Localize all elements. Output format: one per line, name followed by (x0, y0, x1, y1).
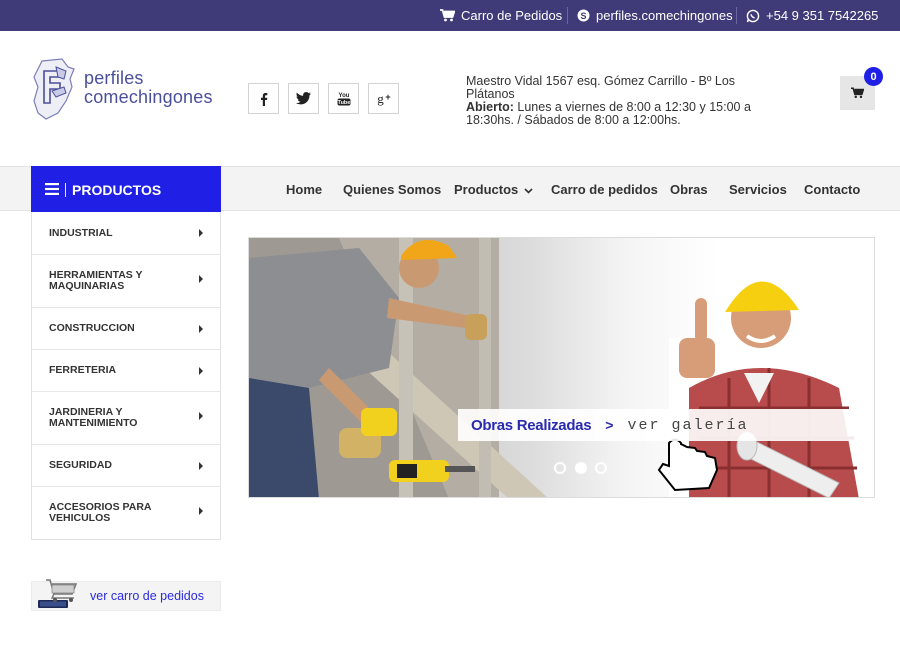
nav-home[interactable]: Home (286, 167, 322, 211)
caret-right-icon (199, 275, 203, 283)
topbar-cart-link[interactable]: Carro de Pedidos (440, 0, 562, 31)
nav-contacto[interactable]: Contacto (804, 167, 860, 211)
nav-productos-label: Productos (454, 181, 519, 197)
topbar-whatsapp-link[interactable]: +54 9 351 7542265 (746, 0, 878, 31)
category-herramientas[interactable]: HERRAMIENTAS Y MAQUINARIAS (32, 254, 220, 307)
caption-link[interactable]: ver galería (627, 417, 748, 434)
youtube-icon: YouTube (337, 93, 350, 106)
nav-productos[interactable]: Productos (454, 167, 533, 211)
nav-obras[interactable]: Obras (670, 167, 708, 211)
products-tab-label: PRODUCTOS (72, 181, 162, 198)
category-label: ACCESORIOS PARA VEHICULOS (49, 502, 169, 524)
products-menu-toggle[interactable]: PRODUCTOS (31, 166, 221, 213)
topbar-whatsapp-label: +54 9 351 7542265 (766, 8, 879, 23)
category-seguridad[interactable]: SEGURIDAD (32, 444, 220, 486)
shopping-cart-icon (440, 9, 455, 22)
category-accesorios-vehiculos[interactable]: ACCESORIOS PARA VEHICULOS (32, 486, 220, 539)
chevron-down-icon (524, 182, 533, 197)
hero-slider[interactable]: Obras Realizadas > ver galería (248, 237, 875, 498)
main-navbar: PRODUCTOS Home Quienes Somos Productos C… (0, 166, 900, 213)
caption-title: Obras Realizadas (471, 416, 592, 434)
category-label-line: MANTENIMIENTO (49, 417, 138, 429)
caret-right-icon (199, 366, 203, 375)
category-label: FERRETERIA (49, 365, 169, 376)
shopping-cart-icon (38, 579, 78, 608)
category-label: CONSTRUCCION (49, 323, 169, 334)
category-label-line: MAQUINARIAS (49, 280, 125, 292)
skype-icon: S (577, 9, 590, 22)
svg-text:You: You (338, 93, 349, 99)
nav-carro-de-pedidos[interactable]: Carro de pedidos (551, 167, 658, 211)
category-ferreteria[interactable]: FERRETERIA (32, 349, 220, 391)
hero-image (249, 238, 869, 497)
address-line: Maestro Vidal 1567 esq. Gómez Carrillo -… (466, 74, 736, 101)
site-logo[interactable]: perfiles comechingones (32, 57, 212, 123)
hamburger-icon (45, 182, 59, 198)
svg-text:g: g (377, 91, 384, 106)
category-label: JARDINERIA Y MANTENIMIENTO (49, 407, 169, 429)
view-cart-banner[interactable]: ver carro de pedidos (31, 579, 221, 611)
facebook-icon (260, 92, 267, 106)
nav-quienes-somos[interactable]: Quienes Somos (343, 167, 441, 211)
top-bar: Carro de Pedidos S perfiles.comechingone… (0, 0, 900, 31)
opening-hours: Abierto: Lunes a viernes de 8:00 a 12:30… (466, 101, 756, 127)
topbar-skype-label: perfiles.comechingones (596, 8, 733, 23)
caret-right-icon (199, 412, 203, 420)
google-plus-icon: g + (377, 91, 390, 106)
twitter-button[interactable] (288, 83, 319, 114)
category-label: SEGURIDAD (49, 460, 169, 471)
whatsapp-icon (746, 9, 760, 23)
caption-arrow: > (605, 417, 614, 433)
logo-text: perfiles comechingones (84, 69, 213, 107)
svg-text:Tube: Tube (337, 100, 350, 106)
nav-servicios[interactable]: Servicios (729, 167, 787, 211)
slider-dot-1[interactable] (554, 462, 566, 474)
site-header: perfiles comechingones You Tube g + Maestr… (0, 31, 900, 166)
category-label-line: CONSTRUCCION (49, 322, 135, 334)
divider (736, 7, 737, 24)
caret-right-icon (199, 324, 203, 333)
topbar-skype-link[interactable]: S perfiles.comechingones (577, 0, 733, 31)
category-construccion[interactable]: CONSTRUCCION (32, 307, 220, 349)
view-cart-label: ver carro de pedidos (90, 589, 204, 603)
logo-line-1: perfiles (84, 68, 144, 88)
category-label-line: INDUSTRIAL (49, 226, 113, 239)
svg-text:S: S (580, 11, 586, 21)
slide-caption[interactable]: Obras Realizadas > ver galería (458, 409, 857, 441)
facebook-button[interactable] (248, 83, 279, 114)
shopping-cart-icon (851, 87, 864, 99)
category-industrial[interactable]: INDUSTRIAL (32, 212, 220, 254)
category-label: HERRAMIENTAS Y MAQUINARIAS (49, 270, 169, 292)
category-label-line: VEHICULOS (49, 512, 111, 524)
category-sidebar: INDUSTRIAL HERRAMIENTAS Y MAQUINARIAS CON… (31, 212, 221, 540)
hours-label: Abierto: (466, 100, 514, 114)
category-label-line: SEGURIDAD (49, 459, 113, 471)
twitter-icon (296, 92, 311, 105)
slider-dot-2[interactable] (575, 462, 587, 474)
svg-text:+: + (385, 92, 390, 102)
category-label: INDUSTRIAL (49, 226, 169, 239)
slider-dot-3[interactable] (595, 462, 607, 474)
logo-line-2: comechingones (84, 87, 213, 107)
google-plus-button[interactable]: g + (368, 83, 399, 114)
category-label-line: FERRETERIA (49, 364, 117, 376)
caret-right-icon (199, 507, 203, 515)
divider (65, 182, 66, 197)
divider (567, 7, 568, 24)
caret-right-icon (199, 461, 203, 470)
youtube-button[interactable]: You Tube (328, 83, 359, 114)
caret-right-icon (199, 229, 203, 237)
logo-mark-icon (33, 58, 75, 120)
cart-count-badge: 0 (864, 67, 883, 86)
store-address: Maestro Vidal 1567 esq. Gómez Carrillo -… (466, 75, 756, 127)
category-jardineria[interactable]: JARDINERIA Y MANTENIMIENTO (32, 391, 220, 444)
topbar-cart-label: Carro de Pedidos (461, 8, 563, 23)
